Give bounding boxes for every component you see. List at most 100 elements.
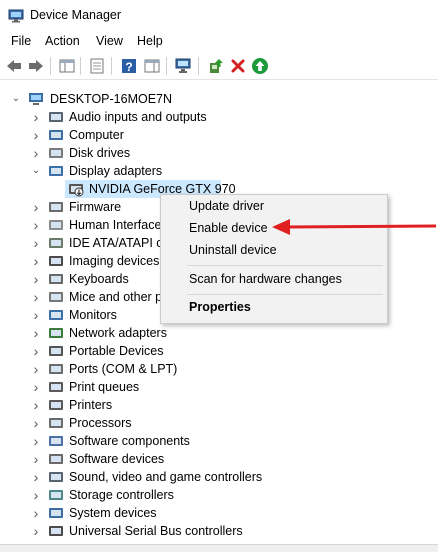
toolbar-separator xyxy=(80,57,81,75)
chevron-right-icon[interactable]: › xyxy=(30,488,42,502)
menu-view[interactable]: View xyxy=(96,34,123,48)
category-item[interactable]: › Software components xyxy=(0,432,438,450)
keyboard-icon xyxy=(49,274,63,284)
category-item[interactable]: › Sound, video and game controllers xyxy=(0,468,438,486)
tree-item-label: Printers xyxy=(69,398,113,412)
chevron-right-icon[interactable]: › xyxy=(30,362,42,376)
category-item[interactable]: › Software devices xyxy=(0,450,438,468)
title-bar: Device Manager xyxy=(0,0,438,32)
tree-item-label: Audio inputs and outputs xyxy=(69,110,207,124)
tree-item-label: Sound, video and game controllers xyxy=(69,470,263,484)
chevron-right-icon[interactable]: › xyxy=(30,200,42,214)
toolbar: ? xyxy=(0,53,438,80)
chevron-right-icon[interactable]: › xyxy=(30,344,42,358)
ide-icon xyxy=(49,238,63,248)
back-icon[interactable] xyxy=(5,57,23,75)
tree-item-label: System devices xyxy=(69,506,157,520)
menu-update-driver[interactable]: Update driver xyxy=(189,199,264,213)
chevron-right-icon[interactable]: › xyxy=(30,290,42,304)
printer-icon xyxy=(49,382,63,392)
tree-item-label: Print queues xyxy=(69,380,140,394)
chevron-down-icon[interactable]: ⌄ xyxy=(30,165,42,177)
chevron-right-icon[interactable]: › xyxy=(30,434,42,448)
chevron-right-icon[interactable]: › xyxy=(30,416,42,430)
tree-item-label: Software components xyxy=(69,434,190,448)
speaker-icon xyxy=(49,472,63,482)
category-item[interactable]: › Universal Serial Bus controllers xyxy=(0,522,438,540)
update-driver-icon[interactable] xyxy=(207,57,225,75)
chevron-right-icon[interactable]: › xyxy=(30,326,42,340)
tree-item-label: Portable Devices xyxy=(69,344,164,358)
chevron-right-icon[interactable]: › xyxy=(30,254,42,268)
toolbar-separator xyxy=(198,57,199,75)
port-icon xyxy=(49,364,63,374)
storage-icon xyxy=(49,490,63,500)
category-item[interactable]: › Portable Devices xyxy=(0,342,438,360)
properties-page-icon[interactable] xyxy=(88,57,106,75)
chevron-right-icon[interactable]: › xyxy=(30,506,42,520)
display-adapter-disabled-icon xyxy=(69,184,84,197)
chevron-right-icon[interactable]: › xyxy=(30,128,42,142)
menu-enable-device[interactable]: Enable device xyxy=(189,221,268,235)
tree-item-label: Processors xyxy=(69,416,132,430)
chevron-right-icon[interactable]: › xyxy=(30,470,42,484)
menu-separator xyxy=(187,294,383,295)
tree-item-label: Network adapters xyxy=(69,326,167,340)
chip-icon xyxy=(49,202,63,212)
tree-item-label: Keyboards xyxy=(69,272,129,286)
action-pane-icon[interactable] xyxy=(143,57,161,75)
category-item[interactable]: › Ports (COM & LPT) xyxy=(0,360,438,378)
menu-file[interactable]: File xyxy=(11,34,31,48)
processor-icon xyxy=(49,418,63,428)
printer-icon xyxy=(49,400,63,410)
chevron-right-icon[interactable]: › xyxy=(30,308,42,322)
category-item[interactable]: › Disk drives xyxy=(0,144,438,162)
category-item[interactable]: › Audio inputs and outputs xyxy=(0,108,438,126)
menu-uninstall-device[interactable]: Uninstall device xyxy=(189,243,277,257)
device-manager-icon xyxy=(8,9,24,23)
enable-device-icon[interactable] xyxy=(251,57,269,75)
chevron-right-icon[interactable]: › xyxy=(30,380,42,394)
chevron-right-icon[interactable]: › xyxy=(30,146,42,160)
menu-properties[interactable]: Properties xyxy=(189,300,251,314)
chevron-right-icon[interactable]: › xyxy=(30,524,42,538)
menu-action[interactable]: Action xyxy=(45,34,80,48)
monitor-icon xyxy=(49,310,63,320)
tree-item-label: Universal Serial Bus controllers xyxy=(69,524,243,538)
category-item[interactable]: ⌄ Display adapters xyxy=(0,162,438,180)
svg-text:?: ? xyxy=(125,60,132,74)
menu-scan-hardware[interactable]: Scan for hardware changes xyxy=(189,272,342,286)
category-item[interactable]: › Network adapters xyxy=(0,324,438,342)
uninstall-device-icon[interactable] xyxy=(229,57,247,75)
tree-item-label: Ports (COM & LPT) xyxy=(69,362,178,376)
window-title: Device Manager xyxy=(30,8,122,22)
menu-bar: File Action View Help xyxy=(0,32,438,52)
usb-icon xyxy=(49,526,63,536)
category-item[interactable]: › Print queues xyxy=(0,378,438,396)
chevron-right-icon[interactable]: › xyxy=(30,110,42,124)
toolbar-separator xyxy=(166,57,167,75)
chevron-right-icon[interactable]: › xyxy=(30,272,42,286)
chevron-right-icon[interactable]: › xyxy=(30,236,42,250)
category-item[interactable]: › Computer xyxy=(0,126,438,144)
category-item[interactable]: › Storage controllers xyxy=(0,486,438,504)
computer-icon xyxy=(49,130,63,140)
category-item[interactable]: › Printers xyxy=(0,396,438,414)
chevron-right-icon[interactable]: › xyxy=(30,218,42,232)
network-icon xyxy=(49,328,63,338)
computer-icon xyxy=(29,93,43,105)
tree-root-label: DESKTOP-16MOE7N xyxy=(50,92,173,106)
forward-icon[interactable] xyxy=(27,57,45,75)
category-item[interactable]: › System devices xyxy=(0,504,438,522)
help-icon[interactable]: ? xyxy=(120,57,138,75)
show-hide-console-tree-icon[interactable] xyxy=(58,57,76,75)
menu-separator xyxy=(187,265,383,266)
scan-hardware-icon[interactable] xyxy=(175,57,193,75)
chevron-down-icon[interactable]: ⌄ xyxy=(10,93,22,105)
menu-help[interactable]: Help xyxy=(137,34,163,48)
tree-item-label: Human Interface xyxy=(69,218,162,232)
category-item[interactable]: › Processors xyxy=(0,414,438,432)
chevron-right-icon[interactable]: › xyxy=(30,452,42,466)
tree-root[interactable]: ⌄ DESKTOP-16MOE7N xyxy=(0,90,438,108)
chevron-right-icon[interactable]: › xyxy=(30,398,42,412)
